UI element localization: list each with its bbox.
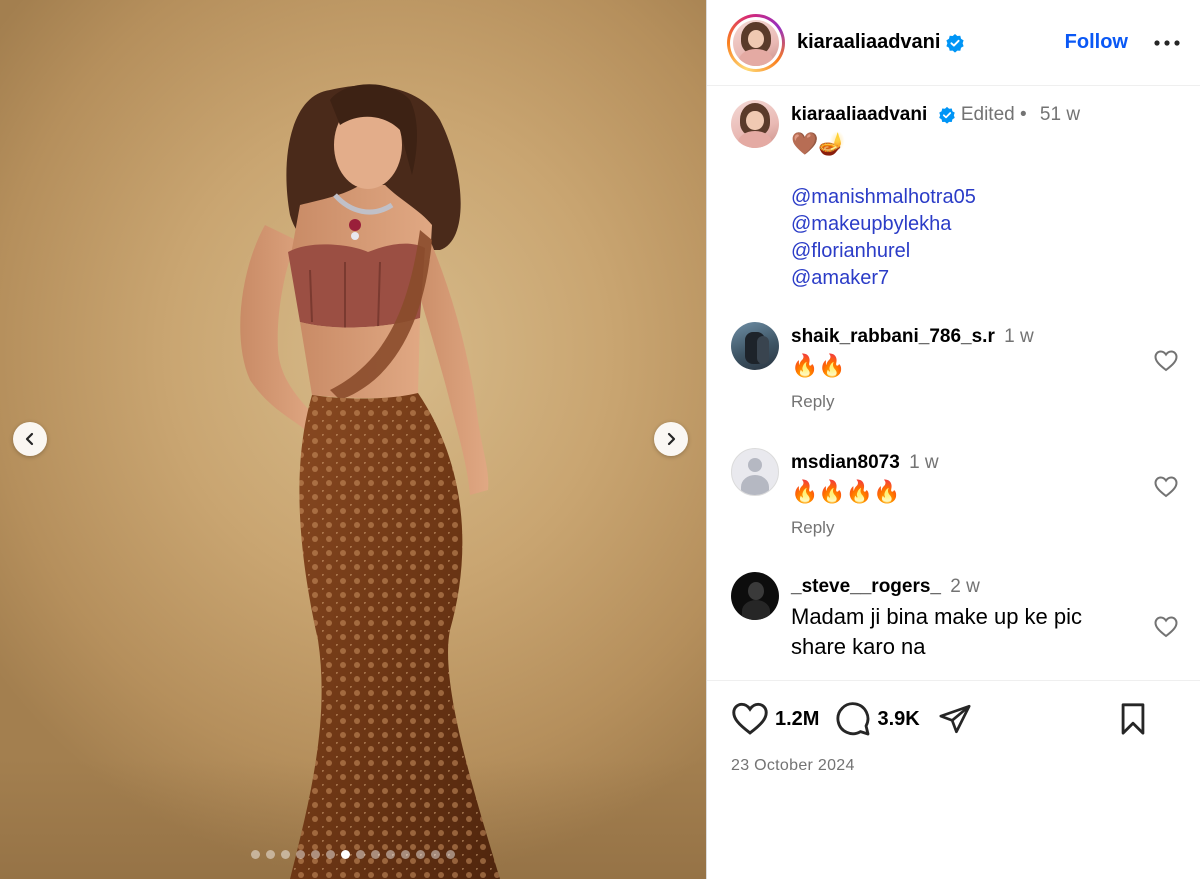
like-comment-icon[interactable] [1154, 476, 1178, 501]
comment-text: Madam ji bina make up ke pic [791, 604, 1083, 629]
mention-link[interactable]: @florianhurel [791, 238, 1180, 265]
carousel-dot [356, 850, 365, 859]
caption-time[interactable]: 51 w [1040, 104, 1080, 125]
reply-button[interactable]: Reply [791, 392, 834, 412]
carousel-dot [296, 850, 305, 859]
bookmark-icon [1121, 703, 1145, 735]
verified-badge-icon [945, 33, 965, 53]
avatar[interactable] [731, 572, 779, 620]
comment-icon [836, 702, 870, 736]
reply-button[interactable]: Reply [791, 518, 834, 538]
avatar [733, 19, 779, 66]
previous-slide-button[interactable] [13, 422, 47, 456]
next-slide-button[interactable] [654, 422, 688, 456]
share-button[interactable] [938, 702, 972, 736]
comment-username[interactable]: _steve__rogers_ [791, 576, 941, 597]
carousel-dot [431, 850, 440, 859]
carousel-dot [401, 850, 410, 859]
like-comment-icon[interactable] [1154, 616, 1178, 641]
comment-username[interactable]: shaik_rabbani_786_s.r [791, 326, 995, 347]
like-button[interactable]: 1.2M [731, 702, 819, 736]
edited-label: Edited [960, 104, 1015, 125]
comment-item: shaik_rabbani_786_s.r 1 w 🔥🔥 Reply [731, 322, 1180, 412]
comments-count[interactable]: 3.9K [877, 708, 919, 731]
carousel-dot [311, 850, 320, 859]
comment-time[interactable]: 2 w [950, 576, 980, 597]
story-ring[interactable] [727, 13, 785, 72]
caption-username[interactable]: kiaraaliaadvani [791, 104, 927, 125]
mention-link[interactable]: @manishmalhotra05 [791, 184, 1180, 211]
carousel-dot [386, 850, 395, 859]
save-button[interactable] [1118, 702, 1148, 736]
heart-icon [732, 702, 768, 735]
carousel-dot [416, 850, 425, 859]
action-bar: 1.2M 3.9K [707, 681, 1200, 757]
comment-text: 🔥🔥 [791, 354, 846, 379]
comment-item: msdian8073 1 w 🔥🔥🔥🔥 Reply [731, 448, 1180, 538]
comment-time[interactable]: 1 w [1004, 326, 1034, 347]
carousel-dot [326, 850, 335, 859]
follow-button[interactable]: Follow [1065, 31, 1128, 54]
post-header: kiaraaliaadvani Follow [707, 0, 1200, 86]
avatar[interactable] [731, 448, 779, 496]
chevron-left-icon [25, 432, 34, 446]
post-photo [240, 84, 500, 879]
carousel-dot [341, 850, 350, 859]
post-media[interactable] [0, 0, 706, 879]
comment-item: _steve__rogers_ 2 w Madam ji bina make u… [731, 572, 1180, 662]
comment-text: 🔥🔥🔥🔥 [791, 480, 901, 505]
more-options-icon[interactable] [1154, 39, 1180, 46]
likes-count[interactable]: 1.2M [775, 708, 819, 731]
comment-text: share karo na [791, 634, 926, 659]
chevron-right-icon [667, 432, 676, 446]
caption: kiaraaliaadvani Edited • 51 w 🤎🪔 @manish… [731, 100, 1180, 292]
mention-link[interactable]: @amaker7 [791, 265, 1180, 292]
header-username[interactable]: kiaraaliaadvani [797, 31, 940, 54]
caption-emoji: 🤎🪔 [791, 132, 846, 157]
like-comment-icon[interactable] [1154, 350, 1178, 375]
comment-time[interactable]: 1 w [909, 452, 939, 473]
mention-link[interactable]: @makeupbylekha [791, 211, 1180, 238]
post-side-panel: kiaraaliaadvani Follow kiaraaliaadvani E… [706, 0, 1200, 879]
carousel-dot [281, 850, 290, 859]
verified-badge-icon [938, 106, 956, 124]
carousel-dot [371, 850, 380, 859]
avatar[interactable] [731, 100, 779, 148]
separator: • [1019, 104, 1027, 125]
comment-username[interactable]: msdian8073 [791, 452, 900, 473]
comment-button[interactable]: 3.9K [835, 701, 920, 737]
send-icon [939, 704, 971, 734]
comments-list[interactable]: kiaraaliaadvani Edited • 51 w 🤎🪔 @manish… [707, 86, 1200, 681]
carousel-indicator [0, 850, 706, 859]
avatar[interactable] [731, 322, 779, 370]
post-date[interactable]: 23 October 2024 [707, 757, 1200, 775]
carousel-dot [251, 850, 260, 859]
carousel-dot [266, 850, 275, 859]
carousel-dot [446, 850, 455, 859]
